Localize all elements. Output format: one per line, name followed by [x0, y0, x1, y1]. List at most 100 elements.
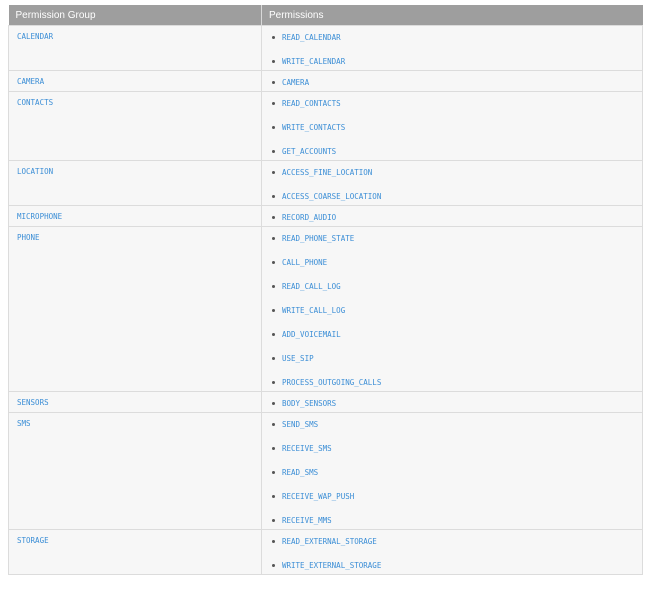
- permission-group-name: PHONE: [8, 226, 262, 392]
- permission-name: RECORD_AUDIO: [282, 213, 337, 222]
- bullet-icon: [272, 423, 275, 426]
- table-row: CONTACTS READ_CONTACTS WRITE_CONTACTS GET_A…: [8, 91, 643, 161]
- permission-name: READ_CONTACTS: [282, 99, 341, 108]
- table-row: MICROPHONE RECORD_AUDIO: [8, 205, 643, 227]
- bullet-icon: [272, 447, 275, 450]
- permission-list: READ_EXTERNAL_STORAGE WRITE_EXTERNAL_STOR…: [262, 530, 642, 574]
- permissions-cell: READ_EXTERNAL_STORAGE WRITE_EXTERNAL_STOR…: [261, 529, 643, 575]
- permission-list: BODY_SENSORS: [262, 392, 642, 412]
- permission-name: ACCESS_FINE_LOCATION: [282, 168, 373, 177]
- table-row: SMS SEND_SMS RECEIVE_SMS READ_SMS RECEIVE_WA…: [8, 412, 643, 530]
- permissions-cell: READ_PHONE_STATE CALL_PHONE READ_CALL_LOG W…: [261, 226, 643, 392]
- permission-list-item: WRITE_CALL_LOG: [262, 299, 642, 323]
- permission-list-item: READ_SMS: [262, 461, 642, 485]
- bullet-icon: [272, 102, 275, 105]
- table-header-row: Permission Group Permissions: [8, 5, 643, 26]
- bullet-icon: [272, 126, 275, 129]
- bullet-icon: [272, 402, 275, 405]
- permission-list-item: WRITE_CONTACTS: [262, 116, 642, 140]
- permission-group-name: SENSORS: [8, 391, 262, 413]
- permission-list-item: RECEIVE_MMS: [262, 509, 642, 529]
- permission-list-item: CALL_PHONE: [262, 251, 642, 275]
- permission-group-name: CAMERA: [8, 70, 262, 92]
- permission-name: READ_EXTERNAL_STORAGE: [282, 537, 377, 546]
- permission-name: RECEIVE_WAP_PUSH: [282, 492, 355, 501]
- bullet-icon: [272, 237, 275, 240]
- permission-list-item: SEND_SMS: [262, 413, 642, 437]
- permission-list-item: WRITE_EXTERNAL_STORAGE: [262, 554, 642, 574]
- permission-list-item: CAMERA: [262, 71, 642, 91]
- bullet-icon: [272, 285, 275, 288]
- bullet-icon: [272, 540, 275, 543]
- bullet-icon: [272, 333, 275, 336]
- permissions-cell: ACCESS_FINE_LOCATION ACCESS_COARSE_LOCATI…: [261, 160, 643, 206]
- permission-group-name: SMS: [8, 412, 262, 530]
- permission-name: USE_SIP: [282, 354, 314, 363]
- permission-name: SEND_SMS: [282, 420, 319, 429]
- permission-list-item: READ_CONTACTS: [262, 92, 642, 116]
- bullet-icon: [272, 60, 275, 63]
- table-row: CAMERA CAMERA: [8, 70, 643, 92]
- permission-name: GET_ACCOUNTS: [282, 147, 337, 156]
- permission-group-name: CALENDAR: [8, 25, 262, 71]
- bullet-icon: [272, 36, 275, 39]
- permission-list: CAMERA: [262, 71, 642, 91]
- permission-name: WRITE_CALENDAR: [282, 57, 346, 66]
- bullet-icon: [272, 519, 275, 522]
- permission-list-item: PROCESS_OUTGOING_CALLS: [262, 371, 642, 391]
- bullet-icon: [272, 309, 275, 312]
- bullet-icon: [272, 471, 275, 474]
- permission-name: BODY_SENSORS: [282, 399, 337, 408]
- header-permissions: Permissions: [261, 5, 643, 26]
- permission-list-item: RECORD_AUDIO: [262, 206, 642, 226]
- permission-list-item: GET_ACCOUNTS: [262, 140, 642, 160]
- permission-list-item: ADD_VOICEMAIL: [262, 323, 642, 347]
- permission-name: CALL_PHONE: [282, 258, 328, 267]
- permission-group-name: STORAGE: [8, 529, 262, 575]
- header-permission-group: Permission Group: [8, 5, 262, 26]
- permission-list: RECORD_AUDIO: [262, 206, 642, 226]
- permissions-cell: RECORD_AUDIO: [261, 205, 643, 227]
- permission-list-item: READ_EXTERNAL_STORAGE: [262, 530, 642, 554]
- permission-list-item: WRITE_CALENDAR: [262, 50, 642, 70]
- permission-list-item: ACCESS_COARSE_LOCATION: [262, 185, 642, 205]
- table-row: LOCATION ACCESS_FINE_LOCATION ACCESS_COARS…: [8, 160, 643, 206]
- permission-list-item: BODY_SENSORS: [262, 392, 642, 412]
- permissions-table-container: Permission Group Permissions CALENDAR REA…: [8, 5, 643, 575]
- permissions-cell: CAMERA: [261, 70, 643, 92]
- permission-name: RECEIVE_SMS: [282, 444, 332, 453]
- bullet-icon: [272, 150, 275, 153]
- permission-group-name: LOCATION: [8, 160, 262, 206]
- permissions-cell: BODY_SENSORS: [261, 391, 643, 413]
- permission-list: READ_CALENDAR WRITE_CALENDAR: [262, 26, 642, 70]
- permissions-cell: READ_CONTACTS WRITE_CONTACTS GET_ACCOUNTS: [261, 91, 643, 161]
- permission-name: ACCESS_COARSE_LOCATION: [282, 192, 382, 201]
- permissions-cell: READ_CALENDAR WRITE_CALENDAR: [261, 25, 643, 71]
- permission-name: ADD_VOICEMAIL: [282, 330, 341, 339]
- table-row: CALENDAR READ_CALENDAR WRITE_CALENDAR: [8, 25, 643, 71]
- permission-group-name: CONTACTS: [8, 91, 262, 161]
- permission-list: READ_PHONE_STATE CALL_PHONE READ_CALL_LOG W…: [262, 227, 642, 391]
- table-row: PHONE READ_PHONE_STATE CALL_PHONE READ_CALL…: [8, 226, 643, 392]
- permission-name: READ_CALENDAR: [282, 33, 341, 42]
- table-row: STORAGE READ_EXTERNAL_STORAGE WRITE_EXTERN…: [8, 529, 643, 575]
- permission-list-item: RECEIVE_SMS: [262, 437, 642, 461]
- table-row: SENSORS BODY_SENSORS: [8, 391, 643, 413]
- table-body: CALENDAR READ_CALENDAR WRITE_CALENDAR CAMER…: [8, 25, 643, 575]
- bullet-icon: [272, 195, 275, 198]
- permission-list-item: RECEIVE_WAP_PUSH: [262, 485, 642, 509]
- permission-name: WRITE_EXTERNAL_STORAGE: [282, 561, 382, 570]
- bullet-icon: [272, 261, 275, 264]
- permission-list-item: READ_PHONE_STATE: [262, 227, 642, 251]
- permissions-table: Permission Group Permissions CALENDAR REA…: [8, 5, 643, 575]
- bullet-icon: [272, 81, 275, 84]
- permissions-cell: SEND_SMS RECEIVE_SMS READ_SMS RECEIVE_WAP_P…: [261, 412, 643, 530]
- permission-list-item: READ_CALENDAR: [262, 26, 642, 50]
- permission-list: ACCESS_FINE_LOCATION ACCESS_COARSE_LOCATI…: [262, 161, 642, 205]
- bullet-icon: [272, 381, 275, 384]
- permission-name: PROCESS_OUTGOING_CALLS: [282, 378, 382, 387]
- permission-name: CAMERA: [282, 78, 310, 87]
- permission-name: WRITE_CALL_LOG: [282, 306, 346, 315]
- permission-name: READ_CALL_LOG: [282, 282, 341, 291]
- permission-list-item: ACCESS_FINE_LOCATION: [262, 161, 642, 185]
